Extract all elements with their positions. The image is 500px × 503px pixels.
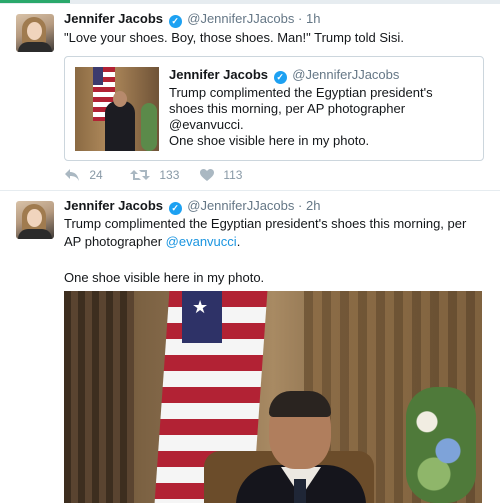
heart-icon	[200, 169, 214, 181]
tweet-header: Jennifer Jacobs ✓ @JenniferJJacobs · 2h	[64, 198, 320, 215]
retweet-button[interactable]: 133	[130, 168, 179, 182]
quoted-author-name[interactable]: Jennifer Jacobs	[169, 67, 268, 82]
quoted-tweet-text-2: One shoe visible here in my photo.	[169, 133, 370, 148]
author-handle[interactable]: @JenniferJJacobs	[187, 11, 294, 26]
avatar-shoulder	[18, 229, 52, 239]
avatar[interactable]	[16, 14, 54, 52]
quoted-author-handle[interactable]: @JenniferJJacobs	[292, 67, 399, 82]
photo-person-hair	[269, 391, 331, 417]
tweet-text-main: Trump complimented the Egyptian presiden…	[64, 216, 467, 249]
avatar-shoulder	[18, 42, 52, 52]
avatar-face	[27, 22, 42, 40]
quoted-tweet-photo[interactable]	[75, 67, 159, 151]
tweet-text-2: One shoe visible here in my photo.	[64, 270, 265, 285]
tweet-text: "Love your shoes. Boy, those shoes. Man!…	[64, 30, 404, 45]
separator: ·	[298, 11, 303, 26]
reply-icon	[65, 169, 79, 181]
avatar-face	[27, 209, 42, 227]
tweet-text-end: .	[236, 234, 241, 249]
mention-link[interactable]: @evanvucci	[166, 234, 237, 249]
tweet-media-photo[interactable]: ★	[64, 291, 482, 503]
tweet[interactable]: Jennifer Jacobs ✓ @JenniferJJacobs · 1h …	[0, 4, 500, 191]
verified-badge-icon: ✓	[168, 15, 182, 28]
tweet-header: Jennifer Jacobs ✓ @JenniferJJacobs · 1h	[64, 11, 320, 28]
quoted-tweet-header: Jennifer Jacobs ✓ @JenniferJJacobs	[169, 67, 399, 84]
separator: ·	[298, 198, 303, 213]
photo-person-tie	[294, 479, 306, 503]
text-spacer	[64, 251, 484, 269]
reply-button[interactable]: 24	[64, 168, 103, 182]
like-button[interactable]: 113	[200, 168, 242, 182]
verified-badge-icon: ✓	[168, 202, 182, 215]
photo-person	[105, 101, 135, 151]
photo-curtain	[64, 291, 134, 503]
photo-flag-star: ★	[192, 297, 209, 317]
timestamp[interactable]: 1h	[306, 11, 320, 26]
like-count: 113	[223, 168, 243, 182]
author-name[interactable]: Jennifer Jacobs	[64, 11, 163, 26]
reply-count: 24	[89, 168, 103, 182]
active-tab-indicator	[0, 0, 70, 3]
quoted-tweet[interactable]: Jennifer Jacobs ✓ @JenniferJJacobs Trump…	[64, 56, 484, 161]
photo-person-head	[113, 91, 127, 107]
timestamp[interactable]: 2h	[306, 198, 320, 213]
avatar[interactable]	[16, 201, 54, 239]
quoted-tweet-text: Trump complimented the Egyptian presiden…	[169, 85, 433, 132]
retweet-count: 133	[159, 168, 180, 182]
photo-flowers	[406, 387, 476, 503]
tweet[interactable]: Jennifer Jacobs ✓ @JenniferJJacobs · 2h …	[0, 191, 500, 503]
author-handle[interactable]: @JenniferJJacobs	[187, 198, 294, 213]
tweet-text: Trump complimented the Egyptian presiden…	[64, 215, 484, 287]
verified-badge-icon: ✓	[273, 71, 287, 84]
retweet-icon	[130, 170, 150, 180]
author-name[interactable]: Jennifer Jacobs	[64, 198, 163, 213]
photo-plant	[141, 103, 157, 151]
